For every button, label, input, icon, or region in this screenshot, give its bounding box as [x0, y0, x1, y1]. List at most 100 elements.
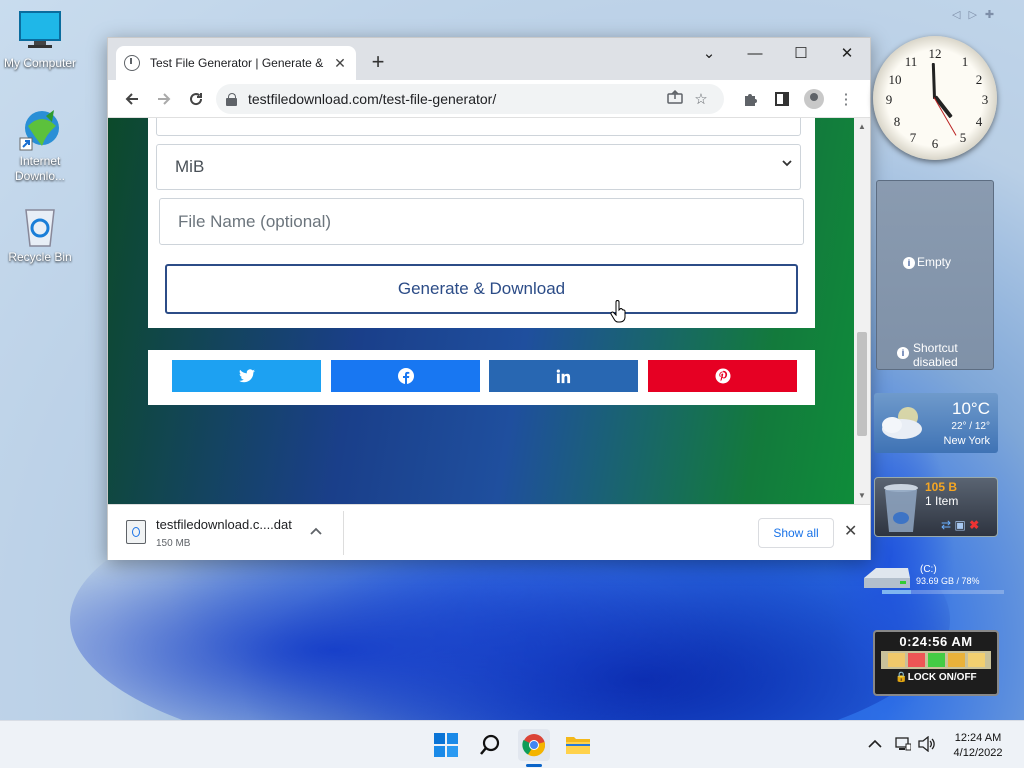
- unit-select[interactable]: MiB: [156, 144, 801, 190]
- share-pinterest-button[interactable]: [648, 360, 797, 392]
- kebab-menu-icon[interactable]: ⋮: [830, 84, 862, 114]
- generate-download-button[interactable]: Generate & Download: [165, 264, 798, 314]
- settings-icon[interactable]: [927, 653, 945, 667]
- open-bin-icon[interactable]: ▣: [954, 518, 965, 532]
- clock-numeral: 5: [959, 130, 967, 145]
- url-text[interactable]: testfiledownload.com/test-file-generator…: [248, 91, 662, 107]
- back-button[interactable]: [116, 83, 148, 115]
- desktop-icon-label: Recycle Bin: [8, 250, 72, 264]
- file-name-field[interactable]: File Name (optional): [159, 198, 804, 245]
- profile-avatar-icon[interactable]: [804, 89, 824, 109]
- share-linkedin-button[interactable]: [489, 360, 638, 392]
- folder-icon: [566, 737, 590, 754]
- scrollbar-thumb[interactable]: [857, 332, 867, 436]
- clock-numeral: 6: [931, 136, 939, 151]
- chevron-up-tray-icon[interactable]: [868, 736, 882, 753]
- bookmark-star-icon[interactable]: ☆: [688, 90, 714, 108]
- page-viewport: MiB File Name (optional) Generate & Down…: [108, 118, 870, 504]
- forward-button[interactable]: [148, 83, 180, 115]
- desktop-icon-recycle-bin[interactable]: Recycle Bin: [0, 204, 80, 264]
- minimize-button[interactable]: —: [732, 38, 778, 68]
- key-icon[interactable]: [947, 653, 965, 667]
- tab-search-button[interactable]: ⌄: [686, 38, 732, 68]
- search-icon: [480, 734, 500, 755]
- drive-meter-gadget[interactable]: (C:) 93.69 GB / 78%: [858, 560, 1008, 600]
- share-card: [148, 350, 815, 405]
- weather-gadget[interactable]: 10°C 22° / 12° New York: [874, 393, 998, 453]
- clock-numeral: 9: [885, 92, 893, 107]
- recycle-size: 105 B: [925, 480, 958, 494]
- lock-icon[interactable]: [226, 93, 238, 106]
- start-button[interactable]: [430, 729, 462, 761]
- recycle-bin-gadget[interactable]: 105 B 1 Item ⇄ ▣ ✖: [874, 477, 998, 537]
- extensions-puzzle-icon[interactable]: [734, 84, 766, 114]
- size-input-partial[interactable]: [156, 118, 801, 136]
- desktop-icon-internet-download-manager[interactable]: Internet Downlo...: [0, 108, 80, 184]
- timer-gadget[interactable]: 0:24:56 AM 🔒LOCK ON/OFF: [873, 630, 999, 696]
- weather-range: 22° / 12°: [951, 421, 990, 432]
- toolbar-right: ⋮: [734, 84, 862, 114]
- drive-usage-bar: [882, 590, 1004, 594]
- close-window-button[interactable]: ✕: [824, 38, 870, 68]
- arrow-left-icon: [125, 92, 138, 105]
- weather-temp: 10°C: [952, 399, 990, 418]
- timer-time: 0:24:56 AM: [899, 634, 973, 649]
- share-facebook-button[interactable]: [331, 360, 480, 392]
- slideshow-status: i Empty: [903, 255, 951, 269]
- download-divider: [343, 511, 344, 555]
- twitter-icon: [238, 369, 255, 383]
- slideshow-gadget[interactable]: i Empty i Shortcut disabled: [876, 180, 994, 370]
- desktop-icon-label: My Computer: [3, 56, 77, 70]
- linkedin-icon: [556, 368, 571, 383]
- download-file-name[interactable]: testfiledownload.c....dat: [156, 517, 292, 532]
- taskbar: 12:24 AM 4/12/2022: [0, 720, 1024, 768]
- lock-toggle[interactable]: 🔒LOCK ON/OFF: [875, 672, 997, 683]
- reload-button[interactable]: [180, 83, 212, 115]
- volume-icon[interactable]: [918, 735, 936, 756]
- taskbar-clock[interactable]: 12:24 AM 4/12/2022: [948, 731, 1008, 761]
- search-button[interactable]: [474, 729, 506, 761]
- folder-icon[interactable]: [887, 653, 905, 667]
- chevron-up-icon[interactable]: [310, 523, 322, 538]
- clock-numeral: 3: [981, 92, 989, 107]
- weather-city: New York: [943, 435, 990, 447]
- scroll-down-arrow-icon[interactable]: ▼: [858, 491, 866, 500]
- monitor-icon: [18, 10, 62, 54]
- info-icon: i: [897, 347, 909, 359]
- recycle-items: 1 Item: [925, 494, 959, 508]
- network-icon[interactable]: [895, 736, 912, 756]
- desktop-icon-my-computer[interactable]: My Computer: [0, 10, 80, 70]
- share-icon[interactable]: [662, 89, 688, 108]
- drive-label: (C:): [920, 564, 937, 575]
- recycle-actions: ⇄ ▣ ✖: [941, 518, 979, 532]
- scroll-up-arrow-icon[interactable]: ▲: [858, 122, 866, 131]
- sidebar-nav-icons[interactable]: ◁▷✚: [952, 8, 1002, 21]
- side-panel-icon[interactable]: [766, 84, 798, 114]
- empty-bin-icon[interactable]: ✖: [969, 518, 979, 532]
- new-tab-button[interactable]: +: [366, 50, 390, 74]
- clock-numeral: 8: [893, 114, 901, 129]
- padlock-icon: 🔒: [895, 672, 908, 683]
- tab-close-icon[interactable]: ✕: [332, 55, 348, 72]
- download-file-size: 150 MB: [156, 538, 191, 549]
- refresh-icon[interactable]: ⇄: [941, 518, 951, 532]
- browser-window: Test File Generator | Generate & ✕ + ⌄ —…: [107, 37, 871, 560]
- clock-numeral: 2: [975, 72, 983, 87]
- close-shelf-icon[interactable]: ✕: [844, 521, 857, 541]
- trash-can-icon: [881, 482, 921, 539]
- maximize-button[interactable]: ☐: [778, 38, 824, 68]
- share-twitter-button[interactable]: [172, 360, 321, 392]
- clock-numeral: 11: [904, 54, 918, 69]
- power-icon[interactable]: [907, 653, 925, 667]
- note-icon[interactable]: [967, 653, 985, 667]
- toolbar: testfiledownload.com/test-file-generator…: [108, 80, 870, 118]
- address-bar[interactable]: testfiledownload.com/test-file-generator…: [216, 84, 724, 114]
- page-scrollbar[interactable]: ▲ ▼: [854, 118, 870, 504]
- show-all-button[interactable]: Show all: [758, 518, 834, 548]
- tab-title: Test File Generator | Generate &: [150, 56, 324, 70]
- taskbar-file-explorer[interactable]: [562, 729, 594, 761]
- taskbar-chrome[interactable]: [518, 729, 550, 761]
- unit-select-value: MiB: [175, 157, 205, 176]
- clock-numeral: 4: [975, 114, 983, 129]
- tab-test-file-generator[interactable]: Test File Generator | Generate & ✕: [116, 46, 356, 80]
